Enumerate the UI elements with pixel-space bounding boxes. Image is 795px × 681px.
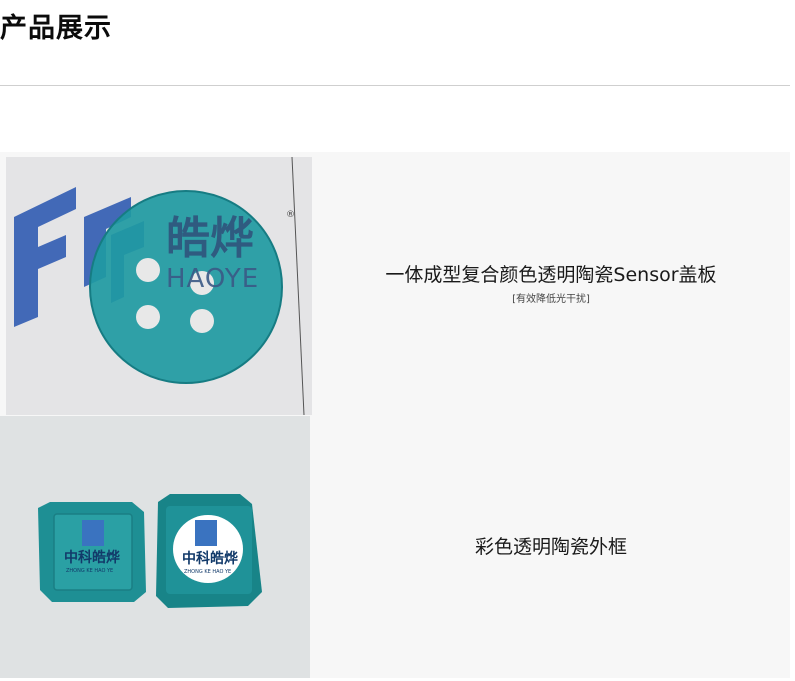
product-card-sensor-cover[interactable]: 皓烨 HAOYE ® 一体成型复合颜色透明陶瓷Sensor盖板 [有效降低光干扰…	[0, 152, 790, 416]
product-subtitle: [有效降低光干扰]	[512, 294, 590, 305]
page-title: 产品展示	[0, 13, 112, 44]
brand-text-latin: HAOYE	[166, 264, 259, 294]
product-image-color-frame: 中科皓烨 ZHONG KE HAO YE 中科皓烨 ZHONG KE HAO Y…	[0, 416, 310, 678]
product-text-color-frame: 彩色透明陶瓷外框	[312, 534, 790, 560]
product-text-sensor-cover: 一体成型复合颜色透明陶瓷Sensor盖板 [有效降低光干扰]	[312, 262, 790, 305]
header-divider	[0, 85, 790, 86]
product-name: 一体成型复合颜色透明陶瓷Sensor盖板	[385, 264, 717, 286]
brand-text-cn: 皓烨	[166, 213, 254, 264]
product-card-color-frame[interactable]: 中科皓烨 ZHONG KE HAO YE 中科皓烨 ZHONG KE HAO Y…	[0, 416, 790, 678]
svg-text:中科皓烨: 中科皓烨	[182, 550, 238, 567]
frame-brand-text-latin: ZHONG KE HAO YE	[66, 568, 113, 574]
product-image-sensor-cover: 皓烨 HAOYE ®	[6, 157, 312, 415]
frame-brand-text-cn: 中科皓烨	[64, 549, 120, 566]
product-name: 彩色透明陶瓷外框	[474, 536, 627, 558]
svg-text:ZHONG KE HAO YE: ZHONG KE HAO YE	[184, 569, 231, 575]
svg-text:®: ®	[286, 210, 295, 220]
